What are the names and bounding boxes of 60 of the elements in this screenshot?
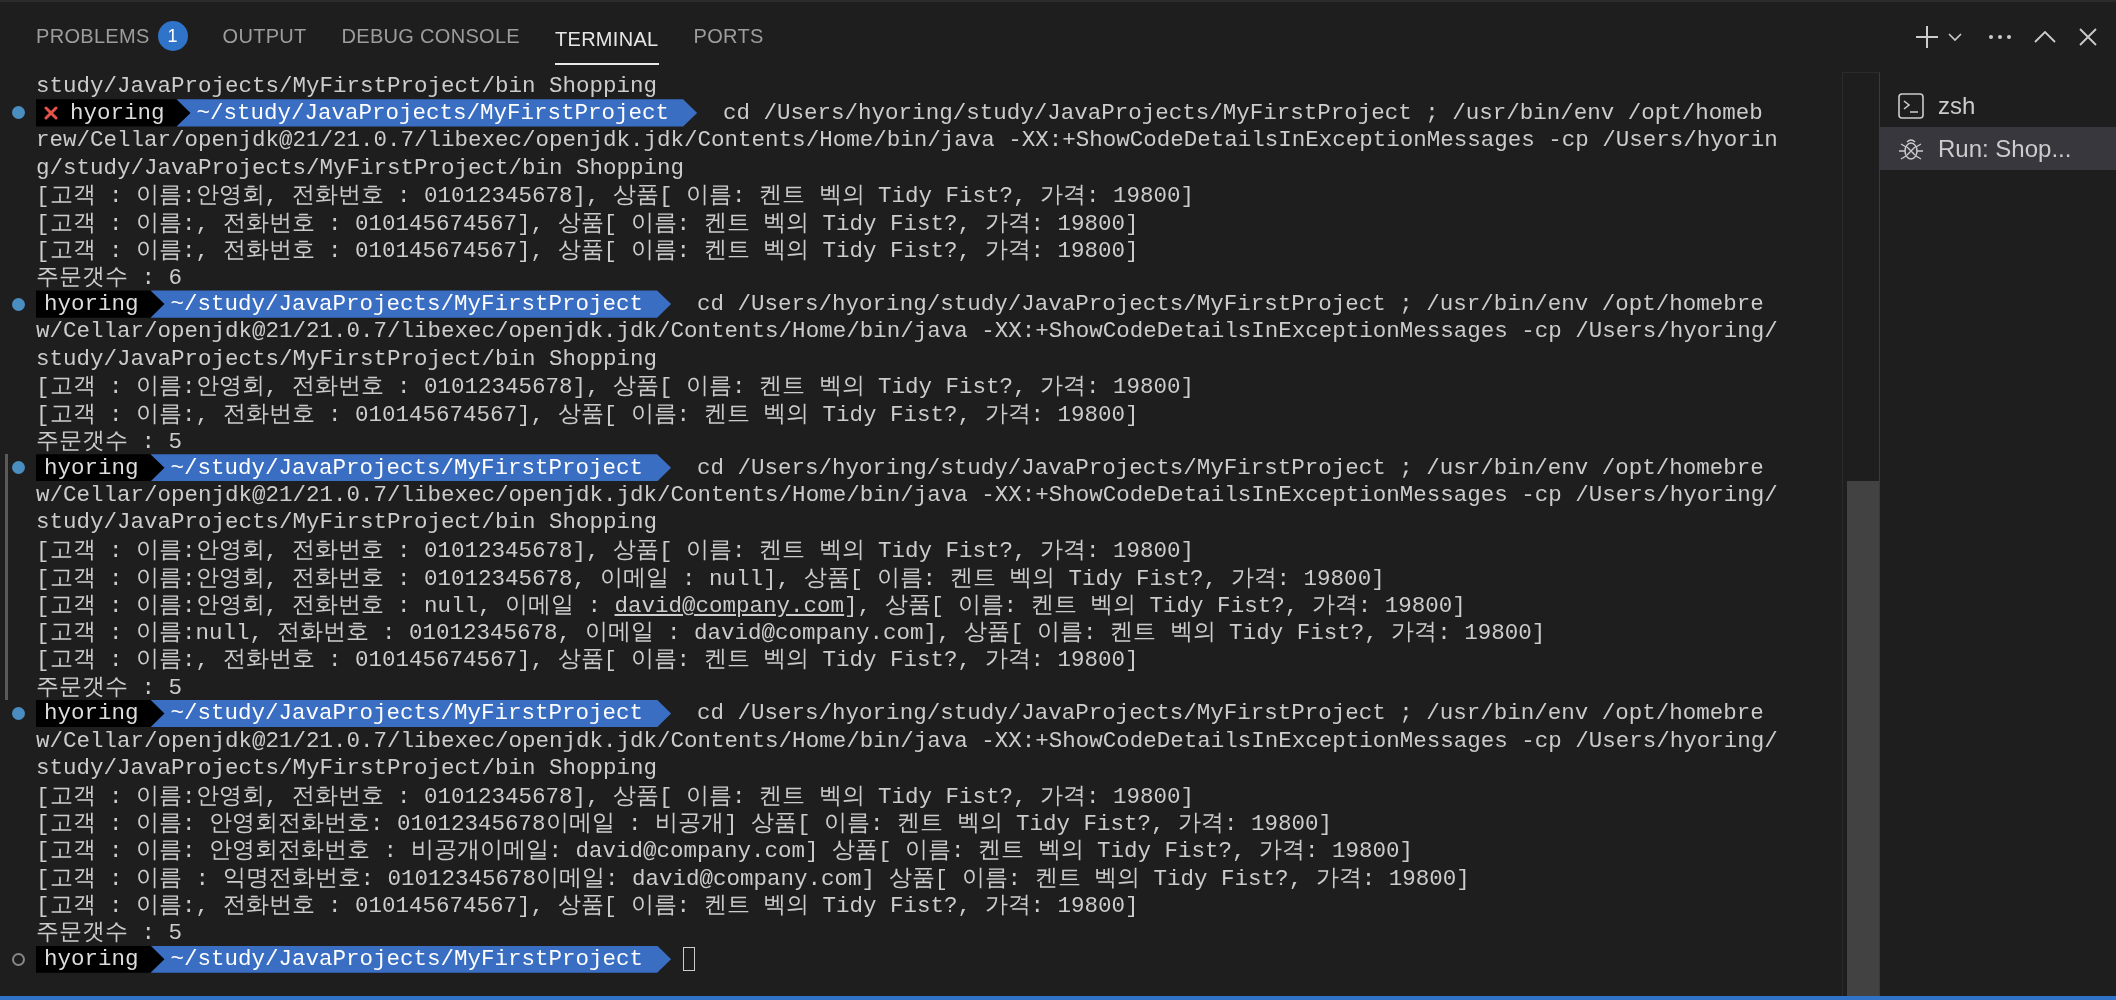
scrollbar[interactable]	[1842, 72, 1880, 996]
text-cursor	[683, 947, 696, 972]
count-badge: 1	[157, 21, 188, 51]
command-status-dot[interactable]	[12, 706, 25, 720]
terminal-line: [고객 : 이름: 안영회전화번호 : 비공개이메일: david@company.com] 상품[ 이름: 켄트 벡의 Tidy Fist?, 가격: 19800]	[36, 837, 1414, 866]
terminal-line: [고객 : 이름:, 전화번호 : 010145674567], 상품[ 이름: 켄트 벡의 Tidy Fist?, 가격: 19800]	[36, 646, 1139, 675]
panel-tab[interactable]: PORTS	[683, 2, 781, 72]
terminal-list-item[interactable]: zsh	[1880, 84, 2116, 127]
prompt-path-segment: ~/study/JavaProjects/MyFirstProject	[150, 290, 672, 318]
terminal-line: 주문갯수 : 6	[36, 264, 182, 293]
terminal-line: study/JavaProjects/MyFirstProject/bin Shopping	[36, 755, 658, 782]
command-status-dot[interactable]	[12, 297, 25, 311]
command-status-dot[interactable]	[12, 106, 25, 120]
terminal-line: w/Cellar/openjdk@21/21.0.7/libexec/openjdk.jdk/Contents/Home/bin/java -XX:+ShowCodeDetailsInExceptionMessages -cp /Users/hyoring/	[36, 482, 1778, 509]
terminal-line: [고객 : 이름:안영회, 전화번호 : 01012345678], 상품[ 이름: 켄트 벡의 Tidy Fist?, 가격: 19800]	[36, 537, 1195, 566]
terminal-line: 주문갯수 : 5	[36, 673, 182, 702]
prompt-path-segment: ~/study/JavaProjects/MyFirstProject	[150, 454, 672, 482]
terminal-line: [고객 : 이름:안영회, 전화번호 : 01012345678], 상품[ 이름: 켄트 벡의 Tidy Fist?, 가격: 19800]	[36, 182, 1195, 211]
command-status-dot[interactable]	[12, 461, 25, 475]
panel-tab[interactable]: DEBUG CONSOLE	[331, 2, 537, 72]
prompt-path-segment: ~/study/JavaProjects/MyFirstProject	[176, 99, 698, 127]
chevron-down-icon	[1948, 32, 1962, 42]
panel-tab[interactable]: OUTPUT	[212, 2, 324, 72]
terminal-line: [고객 : 이름:안영회, 전화번호 : null, 이메일 : david@company.com], 상품[ 이름: 켄트 벡의 Tidy Fist?, 가격: 19800]	[36, 591, 1466, 620]
terminal-line: w/Cellar/openjdk@21/21.0.7/libexec/openjdk.jdk/Contents/Home/bin/java -XX:+ShowCodeDetailsInExceptionMessages -cp /Users/hyoring/	[36, 727, 1778, 754]
terminal-line: g/study/JavaProjects/MyFirstProject/bin Shopping	[36, 154, 685, 181]
terminal-line: study/JavaProjects/MyFirstProject/bin Shopping	[36, 345, 658, 372]
terminal-line: study/JavaProjects/MyFirstProject/bin Shopping	[36, 509, 658, 536]
terminal-line: [고객 : 이름:, 전화번호 : 010145674567], 상품[ 이름: 켄트 벡의 Tidy Fist?, 가격: 19800]	[36, 209, 1139, 238]
ellipsis-icon	[1988, 34, 2012, 40]
terminal-line: [고객 : 이름: 안영회전화번호: 01012345678이메일 : 비공개] 상품[ 이름: 켄트 벡의 Tidy Fist?, 가격: 19800]	[36, 810, 1333, 839]
prompt-path-segment: ~/study/JavaProjects/MyFirstProject	[150, 699, 672, 728]
command-text: cd /Users/hyoring/study/JavaProjects/MyFirstProject ; /usr/bin/env /opt/homeb	[723, 99, 1763, 126]
command-text: cd /Users/hyoring/study/JavaProjects/MyFirstProject ; /usr/bin/env /opt/homebre	[697, 454, 1764, 481]
terminal-line: study/JavaProjects/MyFirstProject/bin Shopping	[36, 72, 658, 99]
panel-tab[interactable]: PROBLEMS 1	[26, 2, 205, 72]
terminal-line: [고객 : 이름:안영회, 전화번호 : 01012345678], 상품[ 이름: 켄트 벡의 Tidy Fist?, 가격: 19800]	[36, 782, 1195, 811]
panel-tab[interactable]: TERMINAL	[544, 2, 676, 72]
terminal-line: w/Cellar/openjdk@21/21.0.7/libexec/openjdk.jdk/Contents/Home/bin/java -XX:+ShowCodeDetailsInExceptionMessages -cp /Users/hyoring/	[36, 318, 1778, 345]
terminal-line: [고객 : 이름:안영회, 전화번호 : 01012345678, 이메일 : null], 상품[ 이름: 켄트 벡의 Tidy Fist?, 가격: 19800]	[36, 564, 1385, 593]
terminal-line: rew/Cellar/openjdk@21/21.0.7/libexec/openjdk.jdk/Contents/Home/bin/java -XX:+ShowCodeDetailsInExceptionMessages -cp /Users/hyorin	[36, 127, 1778, 154]
terminal-line: [고객 : 이름:null, 전화번호 : 01012345678, 이메일 : david@company.com], 상품[ 이름: 켄트 벡의 Tidy Fist?, 가격: 19800]	[36, 619, 1546, 648]
terminal-list-item[interactable]: Run: Shop...	[1880, 127, 2116, 170]
terminal-icon	[1898, 92, 1924, 119]
terminal-line: [고객 : 이름:안영회, 전화번호 : 01012345678], 상품[ 이름: 켄트 벡의 Tidy Fist?, 가격: 19800]	[36, 373, 1195, 402]
terminal-line: 주문갯수 : 5	[36, 919, 182, 948]
close-icon	[2078, 27, 2098, 47]
command-text: cd /Users/hyoring/study/JavaProjects/MyFirstProject ; /usr/bin/env /opt/homebre	[697, 291, 1764, 317]
email-link[interactable]: david@company.com	[614, 592, 845, 619]
terminal-line: [고객 : 이름:, 전화번호 : 010145674567], 상품[ 이름: 켄트 벡의 Tidy Fist?, 가격: 19800]	[36, 892, 1139, 921]
command-text: cd /Users/hyoring/study/JavaProjects/MyFirstProject ; /usr/bin/env /opt/homebre	[697, 700, 1764, 727]
user-name: hyoring	[70, 99, 165, 126]
chevron-up-icon	[2034, 31, 2056, 43]
command-status-circle[interactable]	[12, 952, 25, 966]
prompt-path-segment: ~/study/JavaProjects/MyFirstProject	[150, 945, 672, 973]
terminal-line: [고객 : 이름 : 익명전화번호: 01012345678이메일: david@company.com] 상품[ 이름: 켄트 벡의 Tidy Fist?, 가격: 19800]	[36, 864, 1470, 893]
terminal-line: [고객 : 이름:, 전화번호 : 010145674567], 상품[ 이름: 켄트 벡의 Tidy Fist?, 가격: 19800]	[36, 236, 1139, 265]
terminal-line: 주문갯수 : 5	[36, 428, 182, 456]
terminal-line: [고객 : 이름:, 전화번호 : 010145674567], 상품[ 이름: 켄트 벡의 Tidy Fist?, 가격: 19800]	[36, 400, 1139, 429]
plus-icon	[1914, 24, 1940, 50]
